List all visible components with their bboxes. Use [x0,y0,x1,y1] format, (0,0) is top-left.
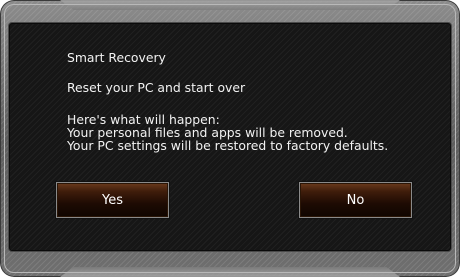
yes-button[interactable]: Yes [56,182,169,218]
no-button[interactable]: No [299,182,412,218]
dialog-heading: Reset your PC and start over [67,80,246,95]
dialog-frame: Smart Recovery Reset your PC and start o… [0,0,460,277]
dialog-panel: Smart Recovery Reset your PC and start o… [9,23,451,251]
dialog-title: Smart Recovery [67,50,166,65]
info-line-settings-restored: Your PC settings will be restored to fac… [67,138,389,153]
